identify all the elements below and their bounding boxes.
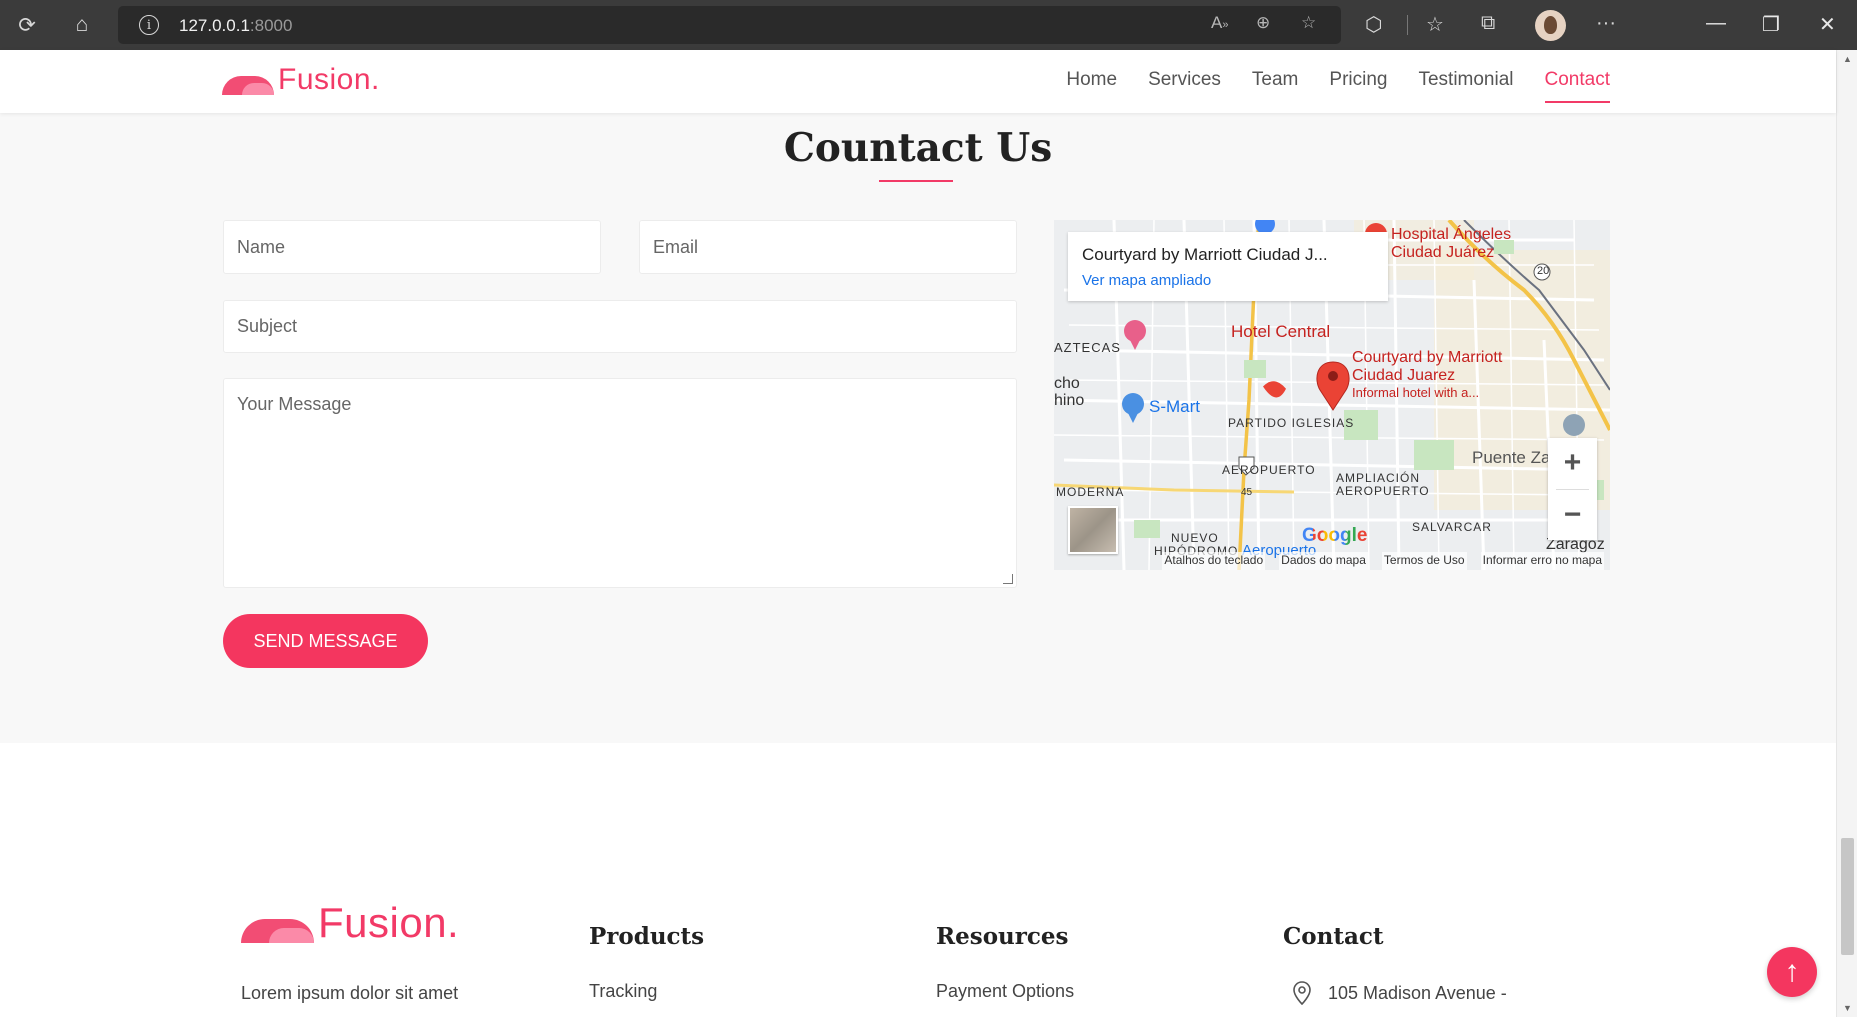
nav-services[interactable]: Services bbox=[1148, 69, 1221, 99]
zoom-icon[interactable]: ⊕ bbox=[1256, 13, 1270, 33]
map-label-cho: cho bbox=[1054, 375, 1080, 392]
zoom-in-button[interactable]: + bbox=[1548, 438, 1597, 488]
logo-text: Fusion. bbox=[278, 63, 380, 96]
site-logo[interactable]: Fusion. bbox=[222, 65, 380, 95]
map-label-aztecas: AZTECAS bbox=[1054, 340, 1121, 355]
site-footer: Fusion. Lorem ipsum dolor sit amet Produ… bbox=[0, 743, 1836, 1017]
map-keyboard-shortcuts[interactable]: Atalhos do teclado bbox=[1162, 552, 1266, 570]
scroll-up-arrow-icon[interactable]: ▲ bbox=[1837, 54, 1857, 64]
map-report-error[interactable]: Informar erro no mapa bbox=[1480, 552, 1604, 570]
scroll-to-top-button[interactable]: ↑ bbox=[1767, 947, 1817, 997]
read-aloud-icon[interactable]: A» bbox=[1211, 13, 1228, 33]
footer-logo-text: Fusion. bbox=[318, 899, 460, 946]
info-icon[interactable]: i bbox=[139, 15, 159, 35]
logo-mark-icon bbox=[222, 71, 274, 95]
page-scrollbar[interactable]: ▲ ▼ bbox=[1836, 50, 1857, 1017]
footer-about-text: Lorem ipsum dolor sit amet bbox=[241, 983, 459, 1003]
location-pin-icon bbox=[1293, 981, 1311, 1005]
footer-resources-heading: Resources bbox=[936, 923, 1069, 950]
message-placeholder: Your Message bbox=[237, 394, 352, 414]
nav-testimonial[interactable]: Testimonial bbox=[1418, 69, 1513, 99]
map-zoom-control: + − bbox=[1548, 438, 1597, 540]
browser-toolbar: ⟳ ⌂ i 127.0.0.1:8000 A» ⊕ ☆ ⬡ ☆ ⧉ ··· — … bbox=[0, 0, 1857, 50]
map-label-hino: hino bbox=[1054, 392, 1085, 409]
footer-link-tracking[interactable]: Tracking bbox=[589, 981, 657, 1002]
favorite-add-icon[interactable]: ☆ bbox=[1301, 13, 1316, 33]
google-map[interactable]: Hospital Ángeles Ciudad Juárez 20 Hotel … bbox=[1054, 220, 1610, 570]
footer-logo-mark-icon bbox=[241, 913, 314, 943]
map-route-20: 20 bbox=[1537, 265, 1550, 277]
map-label-smart[interactable]: S-Mart bbox=[1149, 397, 1200, 417]
map-label-hotel-central[interactable]: Hotel Central bbox=[1231, 322, 1330, 342]
extensions-icon[interactable]: ⬡ bbox=[1365, 12, 1382, 37]
map-label-puente: Puente Za bbox=[1472, 448, 1551, 467]
map-label-courtyard[interactable]: Courtyard by Marriott bbox=[1352, 349, 1502, 367]
close-icon[interactable]: ✕ bbox=[1819, 12, 1836, 37]
map-label-partido: PARTIDO IGLESIAS bbox=[1228, 416, 1355, 430]
map-footer: Atalhos do teclado Dados do mapa Termos … bbox=[1054, 552, 1610, 570]
map-place-name: Courtyard by Marriott Ciudad J... bbox=[1082, 245, 1328, 264]
send-message-button[interactable]: SEND MESSAGE bbox=[223, 614, 428, 668]
url-text: 127.0.0.1:8000 bbox=[179, 16, 293, 35]
map-enlarge-link[interactable]: Ver mapa ampliado bbox=[1082, 272, 1211, 289]
map-label-moderna: MODERNA bbox=[1056, 485, 1125, 499]
subject-field[interactable]: Subject bbox=[223, 300, 1017, 353]
footer-contact-heading: Contact bbox=[1283, 923, 1384, 950]
resize-grip[interactable] bbox=[1003, 574, 1013, 584]
collections-icon[interactable]: ⧉ bbox=[1481, 12, 1495, 35]
scrollbar-thumb[interactable] bbox=[1841, 838, 1854, 955]
email-field[interactable]: Email bbox=[639, 220, 1017, 274]
footer-address: 105 Madison Avenue - bbox=[1328, 983, 1507, 1003]
satellite-toggle[interactable] bbox=[1068, 506, 1118, 554]
google-logo: Google bbox=[1302, 525, 1368, 546]
map-label-ampliacion-aeropuerto: AEROPUERTO bbox=[1336, 484, 1430, 498]
toolbar-divider bbox=[1407, 15, 1408, 35]
zoom-out-button[interactable]: − bbox=[1548, 490, 1597, 540]
map-label-hospital[interactable]: Hospital Ángeles bbox=[1391, 226, 1511, 244]
nav-contact[interactable]: Contact bbox=[1544, 69, 1611, 103]
map-label-hospital-city: Ciudad Juárez bbox=[1391, 244, 1495, 261]
map-route-45: 45 bbox=[1241, 487, 1253, 498]
nav-team[interactable]: Team bbox=[1252, 69, 1298, 99]
section-title: Countact Us bbox=[783, 125, 1053, 171]
home-icon[interactable]: ⌂ bbox=[67, 10, 97, 40]
minimize-icon[interactable]: — bbox=[1706, 12, 1726, 35]
site-header: Fusion. Home Services Team Pricing Testi… bbox=[0, 50, 1836, 113]
footer-products-heading: Products bbox=[589, 923, 705, 950]
restore-icon[interactable]: ❐ bbox=[1762, 12, 1780, 37]
favorites-icon[interactable]: ☆ bbox=[1426, 12, 1444, 37]
map-label-courtyard-desc: Informal hotel with a... bbox=[1352, 385, 1480, 400]
map-label-nuevo: NUEVO bbox=[1171, 531, 1219, 545]
page: Fusion. Home Services Team Pricing Testi… bbox=[0, 50, 1836, 1017]
title-underline bbox=[879, 180, 953, 182]
scroll-down-arrow-icon[interactable]: ▼ bbox=[1837, 1003, 1857, 1013]
map-data[interactable]: Dados do mapa bbox=[1279, 552, 1368, 570]
footer-link-payment-options[interactable]: Payment Options bbox=[936, 981, 1074, 1002]
map-label-ampliacion: AMPLIACIÓN bbox=[1336, 471, 1421, 485]
name-field[interactable]: Name bbox=[223, 220, 601, 274]
map-place-card: Courtyard by Marriott Ciudad J... Ver ma… bbox=[1068, 232, 1388, 301]
main-nav: Home Services Team Pricing Testimonial C… bbox=[1066, 69, 1611, 103]
reload-icon[interactable]: ⟳ bbox=[12, 10, 42, 40]
arrow-up-icon: ↑ bbox=[1784, 955, 1800, 988]
map-label-aeropuerto: AEROPUERTO bbox=[1222, 463, 1316, 477]
map-terms[interactable]: Termos de Uso bbox=[1381, 552, 1467, 570]
footer-logo[interactable]: Fusion. bbox=[241, 899, 460, 946]
nav-pricing[interactable]: Pricing bbox=[1329, 69, 1387, 99]
message-field[interactable]: Your Message bbox=[223, 378, 1017, 588]
address-bar[interactable]: i 127.0.0.1:8000 A» ⊕ ☆ bbox=[118, 6, 1341, 44]
contact-section: Countact Us Name Email Subject Your Mess… bbox=[0, 113, 1836, 743]
map-label-salvarcar: SALVARCAR bbox=[1412, 520, 1492, 534]
nav-home[interactable]: Home bbox=[1066, 69, 1117, 99]
more-icon[interactable]: ··· bbox=[1596, 12, 1616, 35]
profile-avatar[interactable] bbox=[1535, 10, 1566, 41]
map-label-courtyard-city: Ciudad Juarez bbox=[1352, 367, 1456, 384]
